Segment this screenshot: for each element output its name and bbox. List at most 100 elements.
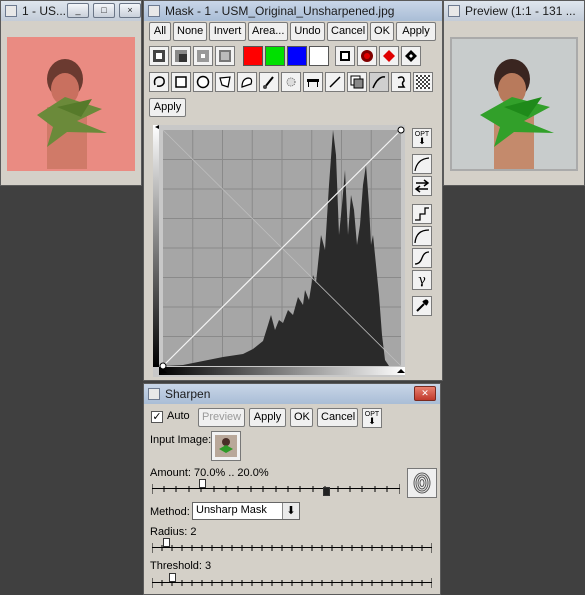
- preview-image-canvas[interactable]: [450, 37, 578, 171]
- sharpen-opt-button[interactable]: OPT ⬇: [362, 408, 382, 428]
- ok-button[interactable]: OK: [370, 22, 394, 41]
- sharpen-apply-button[interactable]: Apply: [249, 408, 286, 427]
- blue-color-swatch[interactable]: [287, 46, 307, 66]
- eyedropper-icon: [416, 299, 429, 312]
- curve-opt-button[interactable]: OPT ⬇: [412, 128, 432, 148]
- amount-ticks: [152, 484, 400, 494]
- curve-icon: [414, 157, 430, 172]
- arc-curve-icon: [414, 229, 430, 244]
- threshold-ticks: [152, 578, 432, 588]
- line-icon: [329, 76, 341, 88]
- subtract-select-icon: [197, 50, 209, 62]
- radius-ticks: [152, 543, 432, 553]
- line-tool[interactable]: [325, 72, 345, 92]
- select-intersect-tool[interactable]: [215, 46, 235, 66]
- gamma-button[interactable]: γ: [412, 270, 432, 290]
- undo-button[interactable]: Undo: [290, 22, 325, 41]
- auto-checkbox[interactable]: ✓: [151, 411, 163, 423]
- s-curve-icon: [414, 251, 430, 265]
- swap-button[interactable]: [412, 176, 432, 196]
- red-color-swatch[interactable]: [243, 46, 263, 66]
- fingerprint-button[interactable]: [407, 468, 437, 498]
- brush-tool[interactable]: [259, 72, 279, 92]
- left-image-canvas[interactable]: [7, 37, 135, 171]
- minimize-button[interactable]: _: [67, 3, 89, 18]
- select-rect-tool[interactable]: [149, 46, 169, 66]
- threshold-slider[interactable]: [152, 573, 432, 590]
- sharpen-dialog: Sharpen ✕ ✓ Auto Preview Apply OK Cancel…: [143, 383, 441, 595]
- all-button[interactable]: All: [149, 22, 171, 41]
- gamma-icon: γ: [418, 272, 426, 288]
- square-brush-tool[interactable]: [335, 46, 355, 66]
- swap-icon: [414, 179, 430, 193]
- gradient-bar-icon: [307, 79, 319, 87]
- add-select-icon: [175, 50, 187, 62]
- arc-curve-button[interactable]: [412, 226, 432, 246]
- select-sub-tool[interactable]: [193, 46, 213, 66]
- eyedropper-button[interactable]: [412, 296, 432, 316]
- cancel-button[interactable]: Cancel: [327, 22, 368, 41]
- round-brush-tool[interactable]: [357, 46, 377, 66]
- layers-tool[interactable]: [347, 72, 367, 92]
- window-icon: [5, 5, 17, 17]
- close-button[interactable]: ×: [119, 3, 141, 18]
- lasso-tool[interactable]: [149, 72, 169, 92]
- sharpen-ok-button[interactable]: OK: [290, 408, 313, 427]
- polygon-tool[interactable]: [215, 72, 235, 92]
- mask-window-titlebar[interactable]: Mask - 1 - USM_Original_Unsharpened.jpg: [144, 1, 442, 21]
- stamp-icon: [397, 76, 406, 88]
- curve-editor[interactable]: [153, 125, 405, 377]
- auto-label: Auto: [167, 410, 190, 422]
- white-color-swatch[interactable]: [309, 46, 329, 66]
- freehand-tool[interactable]: [237, 72, 257, 92]
- diamond-black-icon: [405, 50, 417, 62]
- radius-slider[interactable]: [152, 538, 432, 555]
- input-image-thumbnail[interactable]: [211, 431, 241, 461]
- preview-window-title: Preview (1:1 - 131 ...: [465, 4, 576, 18]
- amount-low-thumb[interactable]: [198, 479, 206, 488]
- amount-high-thumb[interactable]: [322, 487, 330, 496]
- select-add-tool[interactable]: [171, 46, 191, 66]
- threshold-thumb[interactable]: [168, 573, 176, 582]
- left-window-title: 1 - US...: [22, 4, 67, 18]
- left-image-window: 1 - US... _ □ ×: [0, 0, 142, 186]
- none-button[interactable]: None: [173, 22, 207, 41]
- gradient-bar-tool[interactable]: [303, 72, 323, 92]
- maximize-button[interactable]: □: [93, 3, 115, 18]
- ellipse-tool[interactable]: [193, 72, 213, 92]
- green-color-swatch[interactable]: [265, 46, 285, 66]
- curve-endpoint-bottom[interactable]: [159, 362, 167, 370]
- step-curve-button[interactable]: [412, 204, 432, 224]
- radius-label: Radius: 2: [150, 526, 197, 538]
- spray-tool[interactable]: [281, 72, 301, 92]
- area-button[interactable]: Area...: [248, 22, 288, 41]
- preview-window-titlebar[interactable]: Preview (1:1 - 131 ...: [444, 1, 584, 21]
- smooth-curve-button[interactable]: [412, 154, 432, 174]
- dropdown-arrow-icon[interactable]: ⬇: [282, 503, 299, 519]
- curve-tool[interactable]: [369, 72, 389, 92]
- diamond-red-tool[interactable]: [379, 46, 399, 66]
- histogram-curve-graph: [153, 125, 405, 377]
- invert-button[interactable]: Invert: [209, 22, 246, 41]
- s-curve-button[interactable]: [412, 248, 432, 268]
- mask-apply-button[interactable]: Apply: [149, 98, 186, 117]
- ellipse-icon: [196, 75, 210, 89]
- radius-thumb[interactable]: [163, 538, 170, 547]
- pattern-tool[interactable]: [413, 72, 433, 92]
- stamp-tool[interactable]: [391, 72, 411, 92]
- curve-endpoint-top[interactable]: [397, 126, 405, 134]
- sharpen-cancel-button[interactable]: Cancel: [317, 408, 358, 427]
- amount-label: Amount: 70.0% .. 20.0%: [150, 467, 269, 479]
- polygon-icon: [219, 76, 231, 88]
- apply-button[interactable]: Apply: [396, 22, 436, 41]
- rectangle-tool[interactable]: [171, 72, 191, 92]
- diamond-black-tool[interactable]: [401, 46, 421, 66]
- preview-button[interactable]: Preview: [198, 408, 245, 427]
- threshold-label: Threshold: 3: [150, 560, 212, 572]
- amount-slider[interactable]: [152, 479, 400, 496]
- sharpen-titlebar[interactable]: Sharpen: [144, 384, 440, 404]
- brush-icon: [263, 76, 274, 89]
- method-select[interactable]: Unsharp Mask ⬇: [192, 502, 300, 520]
- sharpen-close-button[interactable]: ✕: [414, 386, 436, 401]
- spray-icon: [286, 77, 296, 87]
